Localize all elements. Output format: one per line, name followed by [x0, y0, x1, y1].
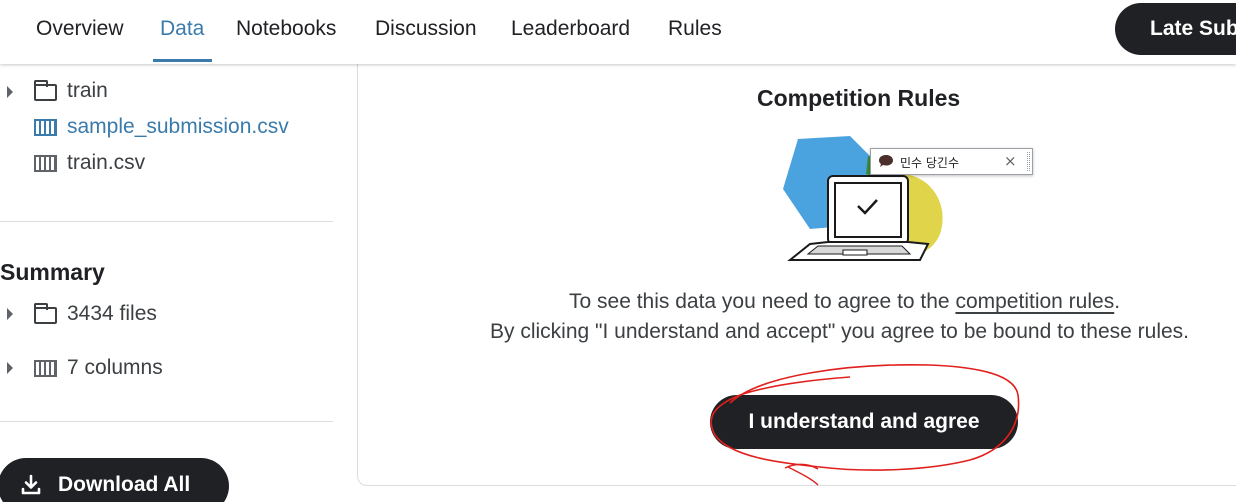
tooltip-text: 민수 당긴수 [900, 156, 960, 170]
summary-heading: Summary [0, 259, 105, 285]
summary-columns[interactable]: 7 columns [67, 356, 163, 380]
agreement-text-end: . [1114, 290, 1121, 313]
tab-data[interactable]: Data [160, 16, 204, 64]
speech-bubble-icon [879, 155, 893, 167]
folder-icon [34, 80, 57, 101]
expand-caret-icon[interactable] [7, 362, 13, 374]
tab-notebooks[interactable]: Notebooks [236, 16, 336, 64]
table-icon [34, 155, 57, 172]
competition-rules-link[interactable]: competition rules [955, 290, 1114, 313]
sidebar-divider [0, 421, 333, 422]
tab-rules[interactable]: Rules [668, 16, 722, 64]
download-all-label: Download All [58, 473, 191, 496]
download-icon [21, 474, 41, 495]
folder-icon [34, 303, 57, 324]
agreement-text: To see this data you need to agree to th… [569, 290, 1120, 314]
close-icon[interactable]: × [1004, 152, 1017, 170]
expand-caret-icon[interactable] [7, 308, 13, 320]
file-item-sample-submission[interactable]: sample_submission.csv [67, 115, 289, 139]
table-icon [34, 119, 57, 136]
translation-tooltip: 민수 당긴수 × [870, 148, 1033, 175]
understand-and-agree-button[interactable]: I understand and agree [710, 395, 1018, 449]
agreement-text-start: To see this data you need to agree to th… [569, 290, 956, 313]
competition-rules-title: Competition Rules [757, 85, 961, 111]
sidebar-divider [0, 221, 333, 222]
table-icon [34, 360, 57, 377]
download-all-button[interactable]: Download All [0, 458, 229, 502]
drag-handle[interactable] [1027, 152, 1030, 171]
agreement-binding-text: By clicking "I understand and accept" yo… [490, 320, 1190, 343]
late-submission-button[interactable]: Late Sub [1115, 3, 1236, 55]
summary-files[interactable]: 3434 files [67, 302, 157, 326]
tab-discussion[interactable]: Discussion [375, 16, 477, 64]
file-item-train[interactable]: train [67, 79, 108, 103]
tab-leaderboard[interactable]: Leaderboard [511, 16, 630, 64]
file-item-train-csv[interactable]: train.csv [67, 151, 145, 175]
tab-overview[interactable]: Overview [36, 16, 124, 64]
active-tab-indicator [153, 59, 212, 62]
top-nav: Overview Data Notebooks Discussion Leade… [0, 0, 1236, 64]
expand-caret-icon[interactable] [7, 86, 13, 98]
